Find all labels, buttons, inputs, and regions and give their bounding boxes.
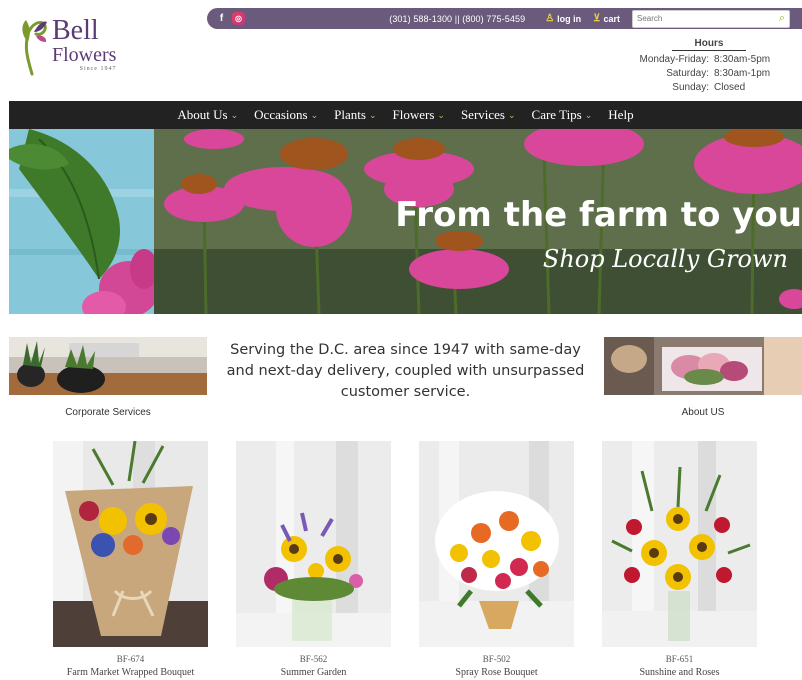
corporate-services-image bbox=[9, 337, 207, 395]
bell-flowers-logo[interactable]: Bell Flowers Since 1947 bbox=[14, 10, 124, 78]
chevron-down-icon: ⌄ bbox=[437, 109, 445, 120]
facebook-icon[interactable]: f bbox=[215, 12, 228, 25]
product-code: BF-651 bbox=[665, 654, 694, 664]
hero-banner[interactable]: From the farm to you Shop Locally Grown bbox=[9, 129, 802, 314]
product-card[interactable]: BF-651 Sunshine and Roses bbox=[602, 441, 757, 678]
corporate-services-card[interactable]: Corporate Services bbox=[9, 337, 207, 418]
social-links: f ◎ bbox=[215, 12, 245, 25]
intro-text: Serving the D.C. area since 1947 with sa… bbox=[226, 342, 585, 400]
spray-rose-bouquet-illustration bbox=[419, 441, 574, 647]
nav-item-label: Care Tips bbox=[531, 107, 582, 122]
hero-leaf-image bbox=[9, 129, 159, 314]
nav-item-label: Flowers bbox=[392, 107, 435, 122]
nav-item-label: Help bbox=[608, 107, 634, 122]
brand-name-sub: Flowers bbox=[52, 43, 117, 66]
chevron-down-icon: ⌄ bbox=[584, 109, 593, 120]
cart-label: cart bbox=[603, 13, 620, 24]
leaf-photo-illustration bbox=[9, 129, 159, 314]
about-us-caption: About US bbox=[681, 407, 725, 418]
hero-headline: From the farm to you bbox=[395, 195, 802, 235]
chevron-down-icon: ⌄ bbox=[310, 109, 319, 120]
product-image[interactable] bbox=[602, 441, 757, 647]
product-code: BF-674 bbox=[116, 654, 145, 664]
hours-days: Sunday: bbox=[672, 82, 709, 93]
flower-logo-icon bbox=[22, 20, 47, 76]
product-name[interactable]: Sunshine and Roses bbox=[602, 667, 757, 678]
hours-time: 8:30am-5pm bbox=[714, 54, 771, 65]
hours-time: 8:30am-1pm bbox=[714, 68, 771, 79]
sunshine-and-roses-illustration bbox=[602, 441, 757, 647]
search-icon[interactable]: ⌕ bbox=[779, 12, 785, 25]
product-name[interactable]: Farm Market Wrapped Bouquet bbox=[53, 667, 208, 678]
store-hours: Hours Monday-Friday: 8:30am-5pm Saturday… bbox=[634, 38, 774, 93]
product-image[interactable] bbox=[236, 441, 391, 647]
hours-days: Saturday: bbox=[666, 68, 709, 79]
hours-row: Saturday: 8:30am-1pm bbox=[634, 68, 774, 79]
wrapped-bouquet-illustration bbox=[53, 441, 208, 647]
nav-item-occasions[interactable]: Occasions ⌄ bbox=[254, 107, 318, 123]
login-label: log in bbox=[557, 13, 582, 24]
chevron-down-icon: ⌄ bbox=[230, 109, 239, 120]
nav-item-about-us[interactable]: About Us ⌄ bbox=[177, 107, 238, 123]
brand-since: Since 1947 bbox=[79, 65, 117, 72]
search-box: ⌕ bbox=[632, 9, 790, 28]
product-card[interactable]: BF-562 Summer Garden bbox=[236, 441, 391, 678]
instagram-icon[interactable]: ◎ bbox=[232, 12, 245, 25]
about-us-image bbox=[604, 337, 802, 395]
nav-item-label: About Us bbox=[177, 107, 228, 122]
about-us-card[interactable]: About US bbox=[604, 337, 802, 418]
product-image[interactable] bbox=[419, 441, 574, 647]
nav-item-care-tips[interactable]: Care Tips ⌄ bbox=[532, 107, 593, 123]
nav-item-flowers[interactable]: Flowers ⌄ bbox=[393, 107, 445, 123]
hours-time: Closed bbox=[714, 82, 746, 93]
corporate-services-caption: Corporate Services bbox=[65, 407, 151, 418]
login-link[interactable]: ♙ log in bbox=[545, 13, 581, 24]
top-utility-bar: f ◎ (301) 588-1300 || (800) 775-5459 ♙ l… bbox=[207, 8, 802, 29]
chevron-down-icon: ⌄ bbox=[368, 109, 377, 120]
hours-row: Monday-Friday: 8:30am-5pm bbox=[634, 54, 774, 65]
hero-subline: Shop Locally Grown bbox=[542, 245, 788, 273]
phone-numbers[interactable]: (301) 588-1300 || (800) 775-5459 bbox=[389, 14, 525, 24]
cart-link[interactable]: ⊻ cart bbox=[593, 13, 620, 24]
nav-item-help[interactable]: Help bbox=[608, 107, 633, 123]
search-input[interactable] bbox=[637, 14, 767, 23]
chevron-down-icon: ⌄ bbox=[507, 109, 516, 120]
product-name[interactable]: Summer Garden bbox=[236, 667, 391, 678]
nav-item-label: Services bbox=[460, 107, 505, 122]
product-image[interactable] bbox=[53, 441, 208, 647]
nav-item-label: Occasions bbox=[254, 107, 308, 122]
product-name[interactable]: Spray Rose Bouquet bbox=[419, 667, 574, 678]
brand-name: Bell bbox=[52, 14, 99, 46]
nav-item-label: Plants bbox=[334, 107, 366, 122]
summer-garden-illustration bbox=[236, 441, 391, 647]
user-icon: ♙ bbox=[545, 13, 555, 24]
hours-title: Hours bbox=[672, 38, 746, 51]
nav-item-plants[interactable]: Plants ⌄ bbox=[334, 107, 376, 123]
product-card[interactable]: BF-502 Spray Rose Bouquet bbox=[419, 441, 574, 678]
nav-item-services[interactable]: Services ⌄ bbox=[461, 107, 516, 123]
hours-row: Sunday: Closed bbox=[634, 82, 774, 93]
product-card[interactable]: BF-674 Farm Market Wrapped Bouquet bbox=[53, 441, 208, 678]
product-code: BF-562 bbox=[299, 654, 328, 664]
hours-days: Monday-Friday: bbox=[639, 54, 709, 65]
main-nav: About Us ⌄ Occasions ⌄ Plants ⌄ Flowers … bbox=[9, 101, 802, 129]
cart-icon: ⊻ bbox=[593, 13, 601, 24]
product-code: BF-502 bbox=[482, 654, 511, 664]
